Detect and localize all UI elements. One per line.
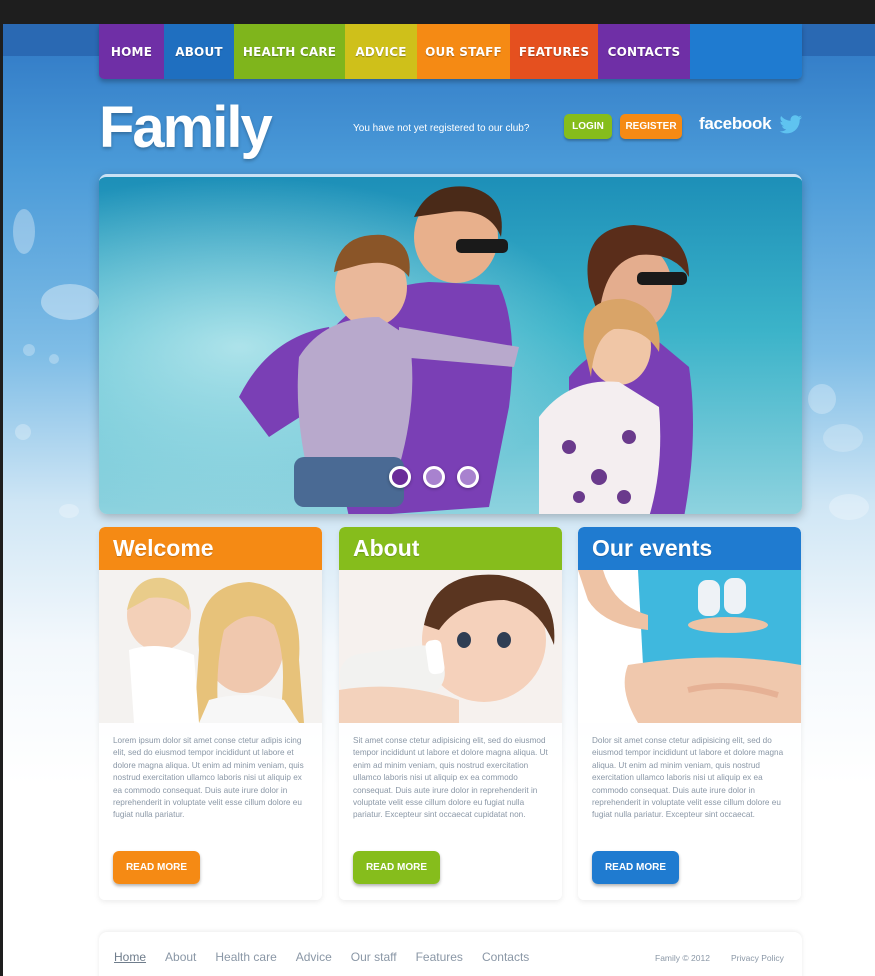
register-prompt: You have not yet registered to our club? bbox=[353, 123, 530, 134]
site-logo[interactable]: Family bbox=[99, 94, 273, 161]
slider-dot[interactable] bbox=[457, 466, 479, 488]
welcome-heading: Welcome bbox=[99, 527, 322, 570]
nav-home[interactable]: HOME bbox=[99, 24, 164, 79]
nav-advice-label: ADVICE bbox=[355, 44, 407, 59]
nav-contacts-label: CONTACTS bbox=[607, 44, 681, 59]
nav-about[interactable]: ABOUT bbox=[164, 24, 234, 79]
footer-link-health-care[interactable]: Health care bbox=[215, 950, 276, 964]
page-background: HOME ABOUT HEALTH CARE ADVICE OUR STAFF … bbox=[3, 24, 875, 976]
hero-family-photo bbox=[99, 177, 802, 514]
privacy-policy-link[interactable]: Privacy Policy bbox=[731, 953, 784, 963]
hero-slider[interactable] bbox=[99, 174, 802, 514]
login-label: LOGIN bbox=[572, 121, 604, 132]
nav-about-label: ABOUT bbox=[175, 44, 223, 59]
about-text: Sit amet conse ctetur adipisicing elit, … bbox=[353, 736, 548, 820]
about-column: About Sit amet conse ctetur adipisicing … bbox=[339, 527, 562, 900]
footer-link-home[interactable]: Home bbox=[114, 950, 146, 964]
welcome-image bbox=[99, 570, 322, 723]
twitter-icon[interactable] bbox=[779, 114, 803, 136]
footer-link-contacts[interactable]: Contacts bbox=[482, 950, 529, 964]
events-column: Our events Dolor sit amet conse ctetur a… bbox=[578, 527, 801, 900]
register-button[interactable]: REGISTER bbox=[620, 114, 682, 139]
events-text: Dolor sit amet conse ctetur adipisicing … bbox=[592, 736, 784, 820]
welcome-read-more-button[interactable]: READ MORE bbox=[113, 851, 200, 884]
read-more-label: READ MORE bbox=[365, 862, 428, 873]
about-read-more-button[interactable]: READ MORE bbox=[353, 851, 440, 884]
nav-filler bbox=[690, 24, 802, 79]
copyright-text: Family © 2012 bbox=[655, 953, 710, 963]
footer: Home About Health care Advice Our staff … bbox=[99, 932, 802, 976]
nav-contacts[interactable]: CONTACTS bbox=[598, 24, 690, 79]
bokeh-light bbox=[13, 209, 35, 254]
events-read-more-button[interactable]: READ MORE bbox=[592, 851, 679, 884]
bokeh-light bbox=[823, 424, 863, 452]
slider-dot[interactable] bbox=[389, 466, 411, 488]
read-more-label: READ MORE bbox=[125, 862, 188, 873]
footer-link-about[interactable]: About bbox=[165, 950, 196, 964]
read-more-label: READ MORE bbox=[604, 862, 667, 873]
bokeh-light bbox=[59, 504, 79, 518]
nav-health-care-label: HEALTH CARE bbox=[242, 44, 337, 59]
footer-link-our-staff[interactable]: Our staff bbox=[351, 950, 397, 964]
bokeh-light bbox=[829, 494, 869, 520]
register-label: REGISTER bbox=[625, 121, 677, 132]
bokeh-light bbox=[15, 424, 31, 440]
bokeh-light bbox=[41, 284, 99, 320]
welcome-text: Lorem ipsum dolor sit amet conse ctetur … bbox=[113, 736, 304, 820]
slider-dot[interactable] bbox=[423, 466, 445, 488]
footer-link-advice[interactable]: Advice bbox=[296, 950, 332, 964]
nav-our-staff-label: OUR STAFF bbox=[425, 44, 502, 59]
bokeh-light bbox=[49, 354, 59, 364]
bokeh-light bbox=[808, 384, 836, 414]
footer-nav: Home About Health care Advice Our staff … bbox=[114, 950, 548, 964]
nav-home-label: HOME bbox=[110, 44, 153, 59]
main-nav: HOME ABOUT HEALTH CARE ADVICE OUR STAFF … bbox=[99, 24, 802, 79]
nav-health-care[interactable]: HEALTH CARE bbox=[234, 24, 345, 79]
welcome-column: Welcome Lorem ipsum dolor sit amet conse… bbox=[99, 527, 322, 900]
events-heading: Our events bbox=[578, 527, 801, 570]
slider-pagination bbox=[389, 466, 479, 488]
facebook-link[interactable]: facebook bbox=[699, 114, 772, 134]
bokeh-light bbox=[23, 344, 35, 356]
events-image bbox=[578, 570, 801, 723]
footer-link-features[interactable]: Features bbox=[416, 950, 463, 964]
login-button[interactable]: LOGIN bbox=[564, 114, 612, 139]
nav-our-staff[interactable]: OUR STAFF bbox=[417, 24, 510, 79]
nav-features[interactable]: FEATURES bbox=[510, 24, 598, 79]
nav-features-label: FEATURES bbox=[518, 44, 590, 59]
about-heading: About bbox=[339, 527, 562, 570]
about-image bbox=[339, 570, 562, 723]
nav-advice[interactable]: ADVICE bbox=[345, 24, 417, 79]
